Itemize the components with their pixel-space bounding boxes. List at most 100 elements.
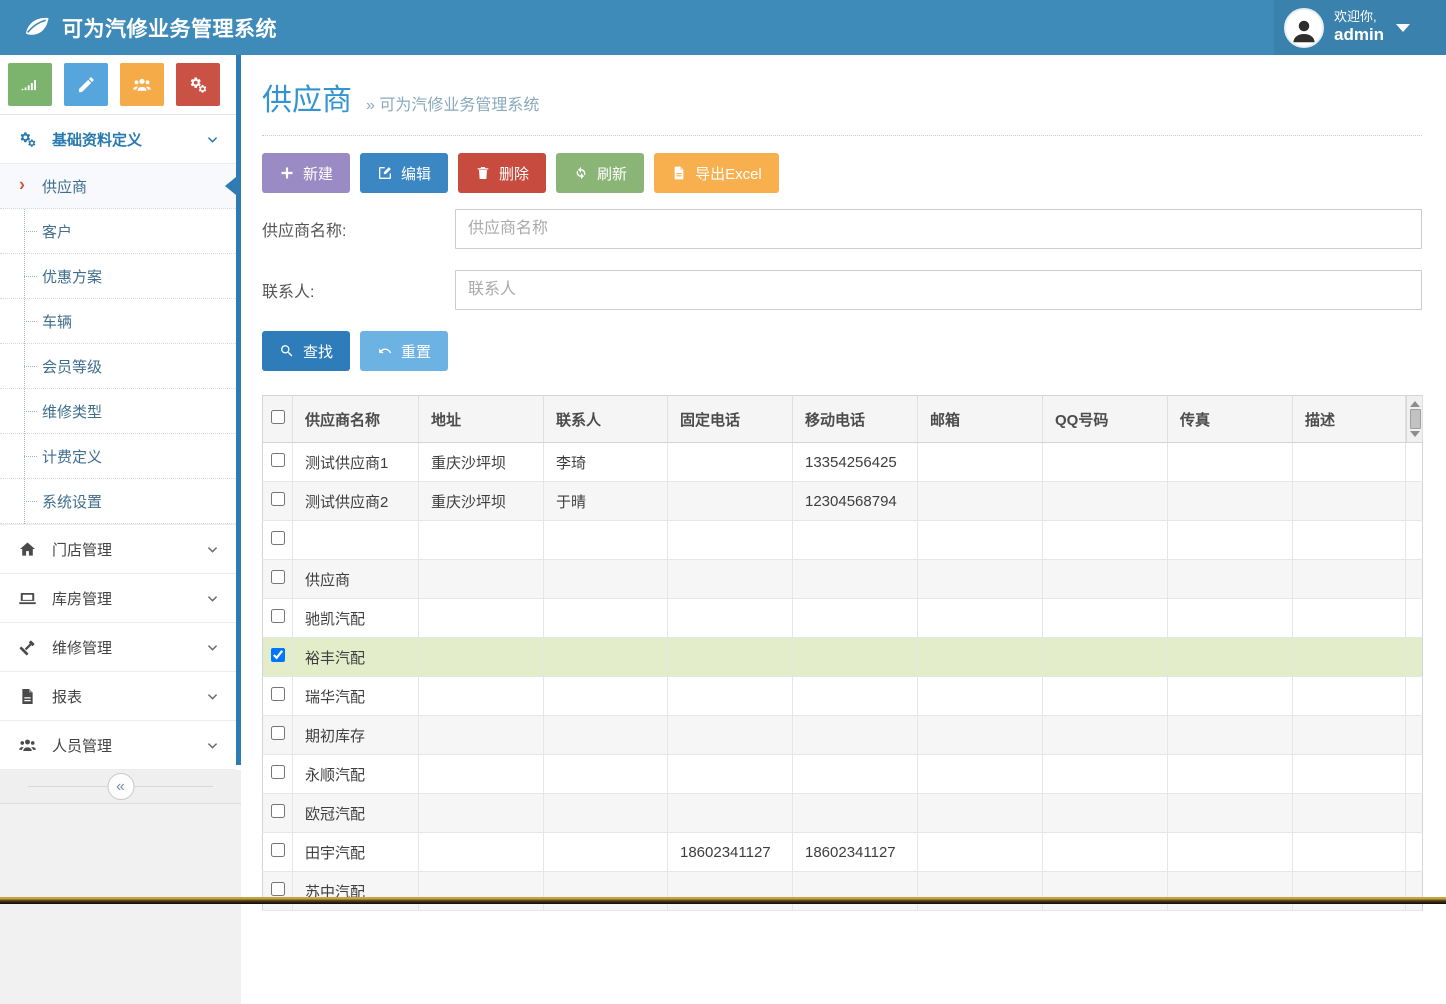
quick-users-button[interactable] xyxy=(120,63,164,106)
sidebar-collapse-button[interactable]: « xyxy=(0,770,241,804)
edit-button[interactable]: 编辑 xyxy=(360,153,448,193)
plus-icon xyxy=(279,165,295,181)
sidebar-group-repairs[interactable]: 维修管理 xyxy=(0,623,236,672)
table-cell xyxy=(918,521,1043,560)
col-header-description[interactable]: 描述 xyxy=(1293,396,1406,443)
table-row[interactable]: 裕丰汽配 xyxy=(263,638,1423,677)
row-checkbox[interactable] xyxy=(271,804,285,818)
table-row[interactable]: 驰凯汽配 xyxy=(263,599,1423,638)
col-header-qq[interactable]: QQ号码 xyxy=(1043,396,1168,443)
table-cell xyxy=(1293,638,1406,677)
table-cell xyxy=(668,482,793,521)
new-button[interactable]: 新建 xyxy=(262,153,350,193)
quick-settings-button[interactable] xyxy=(176,63,220,106)
table-cell xyxy=(1043,716,1168,755)
table-row[interactable]: 瑞华汽配 xyxy=(263,677,1423,716)
chevron-down-icon xyxy=(205,689,220,704)
sidebar-item-billing-defs[interactable]: 计费定义 xyxy=(0,434,236,479)
table-row[interactable]: 永顺汽配 xyxy=(263,755,1423,794)
table-row[interactable] xyxy=(263,521,1423,560)
col-header-fax[interactable]: 传真 xyxy=(1168,396,1293,443)
row-checkbox[interactable] xyxy=(271,843,285,857)
sidebar-item-member-levels[interactable]: 会员等级 xyxy=(0,344,236,389)
gutter-cell xyxy=(1406,794,1423,833)
quick-edit-button[interactable] xyxy=(64,63,108,106)
caret-down-icon xyxy=(1396,24,1410,32)
table-row[interactable]: 供应商 xyxy=(263,560,1423,599)
contact-input[interactable] xyxy=(455,270,1422,310)
row-checkbox[interactable] xyxy=(271,687,285,701)
row-checkbox[interactable] xyxy=(271,531,285,545)
export-excel-button[interactable]: 导出Excel xyxy=(654,153,779,193)
reset-button[interactable]: 重置 xyxy=(360,331,448,371)
table-cell xyxy=(419,755,544,794)
row-checkbox[interactable] xyxy=(271,453,285,467)
sidebar-group-stores[interactable]: 门店管理 xyxy=(0,525,236,574)
sidebar-item-system-settings[interactable]: 系统设置 xyxy=(0,479,236,524)
search-button[interactable]: 查找 xyxy=(262,331,350,371)
sidebar-item-discount-plans[interactable]: 优惠方案 xyxy=(0,254,236,299)
table-cell xyxy=(544,872,668,911)
row-checkbox-cell xyxy=(263,599,293,638)
table-row[interactable]: 欧冠汽配 xyxy=(263,794,1423,833)
row-checkbox[interactable] xyxy=(271,765,285,779)
scroll-thumb[interactable] xyxy=(1410,409,1421,429)
table-cell xyxy=(1168,560,1293,599)
row-checkbox[interactable] xyxy=(271,882,285,896)
home-icon xyxy=(18,540,37,559)
col-header-email[interactable]: 邮箱 xyxy=(918,396,1043,443)
row-checkbox[interactable] xyxy=(271,609,285,623)
sidebar-item-customers[interactable]: 客户 xyxy=(0,209,236,254)
table-cell xyxy=(544,677,668,716)
row-checkbox-cell xyxy=(263,560,293,599)
gutter-cell xyxy=(1406,482,1423,521)
delete-button[interactable]: 删除 xyxy=(458,153,546,193)
gutter-cell xyxy=(1406,521,1423,560)
search-row: 查找 重置 xyxy=(262,331,1422,371)
vertical-scrollbar[interactable] xyxy=(1406,396,1423,442)
row-checkbox[interactable] xyxy=(271,492,285,506)
row-checkbox[interactable] xyxy=(271,570,285,584)
row-checkbox[interactable] xyxy=(271,726,285,740)
table-cell xyxy=(668,638,793,677)
col-header-contact[interactable]: 联系人 xyxy=(544,396,668,443)
scroll-down-icon[interactable] xyxy=(1410,431,1420,437)
col-header-supplier-name[interactable]: 供应商名称 xyxy=(293,396,419,443)
table-cell xyxy=(419,677,544,716)
col-header-landline[interactable]: 固定电话 xyxy=(668,396,793,443)
button-label: 新建 xyxy=(303,163,333,184)
sidebar-group-reports[interactable]: 报表 xyxy=(0,672,236,721)
col-header-mobile[interactable]: 移动电话 xyxy=(793,396,918,443)
table-row[interactable]: 测试供应商1重庆沙坪坝李琦13354256425 xyxy=(263,443,1423,482)
users-icon xyxy=(18,736,37,755)
table-cell: 13354256425 xyxy=(793,443,918,482)
col-header-address[interactable]: 地址 xyxy=(419,396,544,443)
sidebar-item-repair-types[interactable]: 维修类型 xyxy=(0,389,236,434)
sidebar-group-personnel[interactable]: 人员管理 xyxy=(0,721,236,770)
user-menu[interactable]: 欢迎你, admin xyxy=(1274,0,1446,55)
supplier-table-body: 测试供应商1重庆沙坪坝李琦13354256425测试供应商2重庆沙坪坝于晴123… xyxy=(263,443,1423,911)
app-title: 可为汽修业务管理系统 xyxy=(62,13,277,43)
sidebar-group-label: 维修管理 xyxy=(52,637,205,658)
sidebar-group-warehouse[interactable]: 库房管理 xyxy=(0,574,236,623)
sidebar-group-basic-data[interactable]: 基础资料定义 xyxy=(0,115,236,164)
table-row[interactable]: 田宇汽配1860234112718602341127 xyxy=(263,833,1423,872)
sidebar-item-suppliers[interactable]: › 供应商 xyxy=(0,164,236,209)
table-cell xyxy=(1293,521,1406,560)
table-cell: 瑞华汽配 xyxy=(293,677,419,716)
refresh-button[interactable]: 刷新 xyxy=(556,153,644,193)
table-row[interactable]: 苏中汽配 xyxy=(263,872,1423,911)
table-row[interactable]: 测试供应商2重庆沙坪坝于晴12304568794 xyxy=(263,482,1423,521)
row-checkbox-cell xyxy=(263,677,293,716)
table-cell xyxy=(1168,716,1293,755)
supplier-name-input[interactable] xyxy=(455,209,1422,249)
scroll-up-icon[interactable] xyxy=(1410,401,1420,407)
quick-stats-button[interactable] xyxy=(8,63,52,106)
table-cell xyxy=(1043,638,1168,677)
table-cell xyxy=(1168,443,1293,482)
sidebar-item-vehicles[interactable]: 车辆 xyxy=(0,299,236,344)
table-row[interactable]: 期初库存 xyxy=(263,716,1423,755)
row-checkbox[interactable] xyxy=(271,648,285,662)
select-all-checkbox[interactable] xyxy=(271,410,285,424)
user-greeting: 欢迎你, admin xyxy=(1334,10,1384,44)
